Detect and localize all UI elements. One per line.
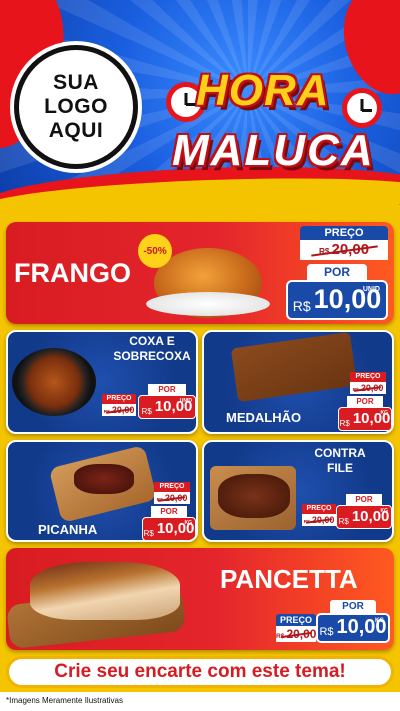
flyer: SUA LOGO AQUI HORA MALUCA FRANGO -50% PR… [0,0,400,711]
sale-label: POR [307,264,367,280]
sale-price: R$ 10,00 KG [142,517,196,540]
unit-label: KG [380,410,389,416]
sale-price: R$ 10,00 KG [336,505,392,529]
price-tag: PREÇO R$20,00 [300,226,388,260]
price-tag: PREÇO R$20,00 [302,504,336,526]
product-name: PICANHA [38,522,98,537]
unit-label: KG [380,508,389,514]
product-name-line2: FILE [327,461,353,475]
old-price-label: PREÇO [350,372,386,382]
currency: R$ [319,626,334,638]
unit-label: UNID [179,398,192,404]
cta-banner[interactable]: Crie seu encarte com este tema! [6,656,394,688]
price-tag: PREÇO R$20,00 [350,372,386,394]
product-name: FRANGO [14,258,131,288]
currency: R$ [292,298,311,314]
alarm-clock-icon [342,88,382,128]
disclaimer-text: *Imagens Meramente Ilustrativas [6,696,123,705]
old-price: R$20,00 [302,514,336,526]
sale-price-tag: POR R$ 10,00 KG [336,494,392,529]
sale-label: POR [151,506,187,517]
sale-price-tag: POR R$ 10,00 KG [142,506,196,540]
sale-price: R$ 10,00 KG [338,407,392,431]
old-price-label: PREÇO [154,482,190,492]
product-card-picanha[interactable]: PICANHA PREÇO R$20,00 POR R$10,00KG [6,440,198,542]
product-card-medalhao[interactable]: MEDALHÃO PREÇO R$20,00 POR R$10,00KG [202,330,394,434]
sale-price-tag: POR R$ 10,00 KG [338,396,392,431]
product-name: COXA E SOBRECOXA [112,334,192,364]
logo-line2: LOGO [44,95,108,118]
old-price-label: PREÇO [300,226,388,240]
logo-line1: SUA [53,71,99,94]
currency: R$ [143,529,154,538]
logo-line3: AQUI [48,119,104,142]
old-price: R$20,00 [276,626,316,642]
sale-price-tag: POR R$ 10,00 UNID [286,264,388,320]
old-price: R$20,00 [154,492,190,504]
product-name-line2: SOBRECOXA [113,349,191,363]
contra-file-steak-image [218,474,290,518]
picanha-steak-image [74,464,134,494]
pancetta-roast-image [30,562,180,620]
sale-label: POR [330,600,376,613]
sale-price: R$ 10,00 UNID [138,395,196,419]
old-price-label: PREÇO [302,504,336,514]
product-name-line1: CONTRA [314,446,366,460]
old-price: R$20,00 [350,382,386,394]
product-card-coxa-sobrecoxa[interactable]: COXA E SOBRECOXA PREÇO R$20,00 POR R$10,… [6,330,198,434]
old-price: R$20,00 [102,404,136,416]
price-tag: PREÇO R$20,00 [102,394,136,416]
old-price: R$20,00 [300,240,388,260]
price-tag: PREÇO R$20,00 [154,482,190,504]
sale-price-tag: POR R$ 10,00 UNID [138,384,196,419]
headline-maluca: MALUCA [172,126,375,175]
product-name: PANCETTA [220,564,358,594]
chicken-legs-pan-image [12,348,96,416]
product-card-frango[interactable]: FRANGO -50% PREÇO R$20,00 POR R$10,00UNI… [6,222,394,324]
sale-price-tag: POR R$ 10,00 KG [316,600,390,643]
old-price-label: PREÇO [102,394,136,404]
header-banner: SUA LOGO AQUI HORA MALUCA [0,0,400,205]
product-card-pancetta[interactable]: PANCETTA PREÇO R$20,00 POR R$10,00KG [6,548,394,650]
product-card-contra-file[interactable]: CONTRA FILE PREÇO R$20,00 POR R$10,00KG [202,440,394,542]
discount-badge: -50% [138,234,172,268]
cta-text: Crie seu encarte com este tema! [54,661,346,682]
price-tag: PREÇO R$20,00 [276,614,316,642]
plate-image [146,292,270,316]
old-price-label: PREÇO [276,614,316,626]
medalhao-skewers-image [230,332,358,403]
currency: R$ [141,407,152,416]
sale-label: POR [347,396,383,407]
sale-label: POR [346,494,382,505]
sale-price: R$ 10,00 UNID [286,280,388,320]
currency: R$ [338,517,349,526]
unit-label: KG [184,520,193,526]
product-name: MEDALHÃO [226,410,302,425]
headline-hora: HORA [196,66,330,115]
unit-label: UNID [362,286,380,293]
sale-price: R$ 10,00 KG [316,613,390,643]
sale-label: POR [148,384,186,395]
product-name: CONTRA FILE [310,446,370,476]
currency: R$ [339,419,350,428]
unit-label: KG [375,618,384,624]
product-name-line1: COXA E [129,334,175,348]
logo-placeholder[interactable]: SUA LOGO AQUI [14,45,138,169]
